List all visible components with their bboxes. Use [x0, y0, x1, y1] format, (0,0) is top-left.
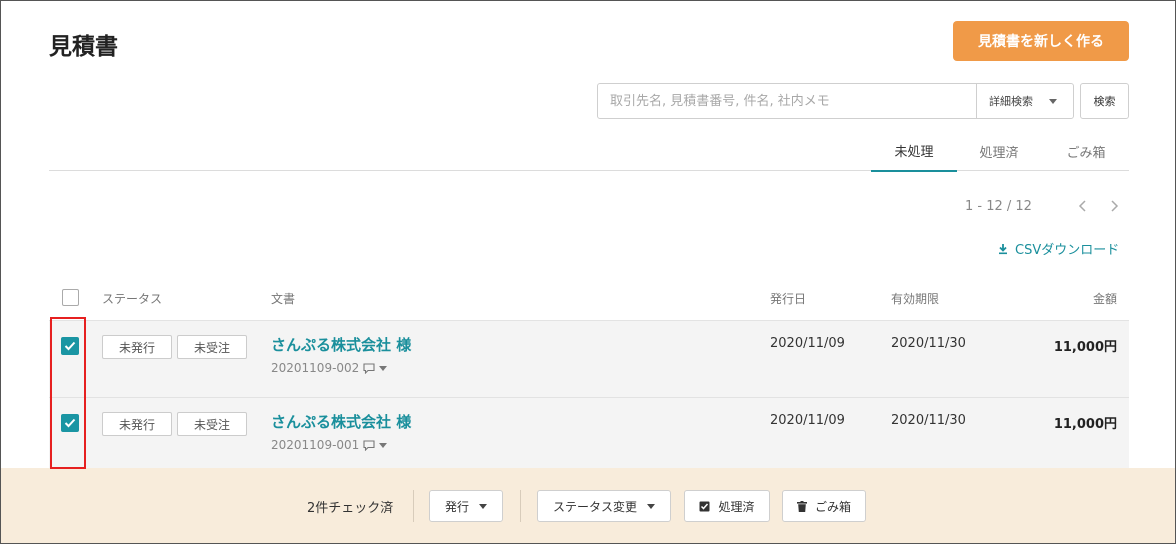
trash-icon	[796, 500, 807, 512]
memo-dropdown-icon[interactable]	[379, 442, 388, 448]
column-header-issue-date: 発行日	[770, 292, 807, 306]
memo-icon[interactable]	[363, 362, 375, 374]
memo-dropdown-icon[interactable]	[379, 365, 388, 371]
chevron-down-icon	[647, 503, 655, 509]
search-input[interactable]	[598, 84, 976, 118]
csv-download-link[interactable]: CSVダウンロード	[997, 239, 1119, 258]
new-estimate-button[interactable]: 見積書を新しく作る	[953, 21, 1129, 61]
company-link[interactable]: さんぷる株式会社 様	[271, 411, 411, 432]
detail-search-label: 詳細検索	[989, 95, 1033, 108]
status-change-label: ステータス変更	[552, 499, 637, 514]
memo-icon[interactable]	[363, 439, 375, 451]
table-row[interactable]: 未発行 未受注 さんぷる株式会社 様 20201109-001 2020/11/…	[49, 398, 1129, 475]
search-box: 詳細検索	[597, 83, 1074, 119]
tab-bar: 未処理 処理済 ごみ箱	[49, 131, 1129, 172]
document-number-text: 20201109-001	[271, 438, 360, 452]
issue-date: 2020/11/09	[770, 413, 845, 428]
chevron-right-icon[interactable]	[1109, 200, 1119, 212]
document-number: 20201109-002	[271, 361, 388, 375]
tab-processed[interactable]: 処理済	[963, 131, 1035, 171]
processed-button[interactable]: 処理済	[684, 490, 770, 522]
amount: 11,000円	[1053, 340, 1117, 355]
status-change-button[interactable]: ステータス変更	[537, 490, 671, 522]
download-icon	[999, 243, 1007, 254]
status-badge-issue: 未発行	[102, 335, 172, 359]
divider	[413, 490, 414, 522]
divider	[520, 490, 521, 522]
issue-button-label: 発行	[444, 499, 469, 514]
company-link[interactable]: さんぷる株式会社 様	[271, 334, 411, 355]
pager-count: 1 - 12 / 12	[965, 199, 1032, 214]
trash-button[interactable]: ごみ箱	[782, 490, 866, 522]
column-header-status: ステータス	[102, 292, 163, 306]
checkbox-highlight-box	[50, 317, 86, 469]
search-button[interactable]: 検索	[1080, 83, 1129, 119]
checkbox-icon	[699, 501, 710, 511]
detail-search-dropdown[interactable]: 詳細検索	[976, 84, 1073, 118]
table-header: ステータス 文書 発行日 有効期限 金額	[49, 281, 1129, 321]
status-badge-order: 未受注	[177, 412, 247, 436]
expiry-date: 2020/11/30	[891, 413, 966, 428]
chevron-down-icon	[1049, 98, 1057, 104]
status-badge-issue: 未発行	[102, 412, 172, 436]
tab-unprocessed[interactable]: 未処理	[871, 131, 957, 172]
checked-count: 2件チェック済	[307, 501, 394, 516]
trash-label: ごみ箱	[814, 499, 851, 514]
document-number-text: 20201109-002	[271, 361, 360, 375]
chevron-left-icon[interactable]	[1078, 200, 1088, 212]
column-header-document: 文書	[271, 292, 296, 306]
column-header-amount: 金額	[1092, 292, 1117, 306]
bulk-action-bar: 2件チェック済 発行 ステータス変更 処理済 ごみ箱	[1, 468, 1175, 543]
select-all-checkbox[interactable]	[62, 289, 79, 306]
status-badge-order: 未受注	[177, 335, 247, 359]
amount: 11,000円	[1053, 417, 1117, 432]
expiry-date: 2020/11/30	[891, 336, 966, 351]
document-number: 20201109-001	[271, 438, 388, 452]
column-header-expiry: 有効期限	[891, 292, 940, 306]
issue-button[interactable]: 発行	[429, 490, 503, 522]
chevron-down-icon	[479, 503, 487, 509]
issue-date: 2020/11/09	[770, 336, 845, 351]
table-row[interactable]: 未発行 未受注 さんぷる株式会社 様 20201109-002 2020/11/…	[49, 321, 1129, 398]
tab-trash[interactable]: ごみ箱	[1049, 131, 1123, 171]
processed-label: 処理済	[718, 499, 755, 514]
csv-download-label: CSVダウンロード	[1015, 243, 1120, 258]
page-title: 見積書	[49, 34, 118, 60]
